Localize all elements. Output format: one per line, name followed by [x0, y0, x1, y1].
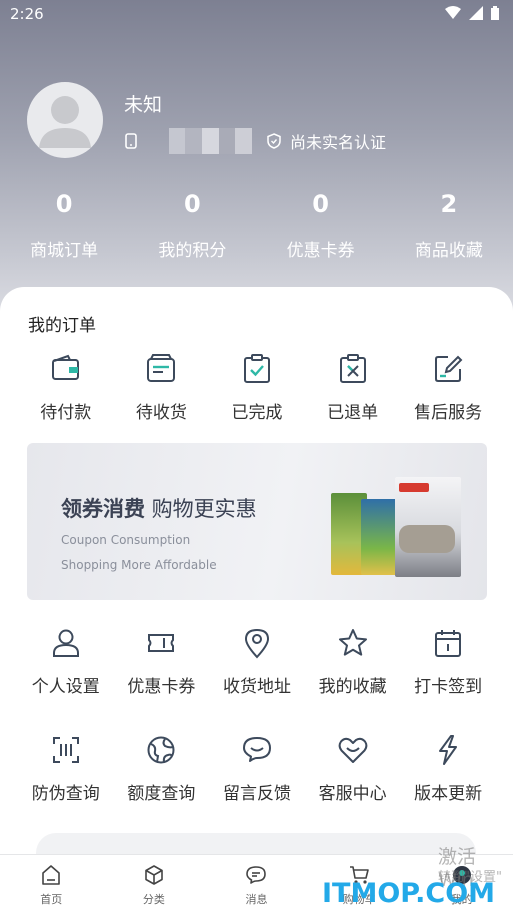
lightning-icon [439, 735, 458, 765]
service-personal-settings[interactable]: 个人设置 [18, 627, 114, 697]
banner-subtitle-2: Shopping More Affordable [61, 558, 217, 572]
coupon-banner[interactable]: 领券消费 购物更实惠 Coupon Consumption Shopping M… [27, 443, 487, 600]
service-label: 优惠卡券 [127, 677, 196, 697]
service-label: 个人设置 [31, 677, 100, 697]
service-label: 版本更新 [414, 784, 483, 804]
service-label: 留言反馈 [222, 784, 291, 804]
order-label: 待付款 [40, 403, 92, 423]
order-pending-payment[interactable]: 待付款 [18, 353, 114, 423]
category-icon [145, 865, 163, 885]
stat-value: 2 [440, 190, 458, 218]
calendar-icon [435, 630, 462, 657]
order-completed[interactable]: 已完成 [209, 353, 305, 423]
wifi-icon [445, 6, 461, 19]
default-avatar-icon [39, 96, 91, 148]
order-pending-receipt[interactable]: 待收货 [114, 353, 210, 423]
service-label: 我的收藏 [318, 677, 387, 697]
status-bar: 2:26 [0, 0, 513, 30]
tab-messages[interactable]: 消息 [205, 855, 308, 912]
main-card: 我的订单 待付款 待收货 已完成 已退单 售后服务 领券消费 购物更实惠 Cou… [0, 287, 513, 912]
service-my-favorites[interactable]: 我的收藏 [305, 627, 401, 697]
services-row-1: 个人设置 优惠卡券 收货地址 我的收藏 打卡签到 [18, 627, 496, 697]
order-label: 售后服务 [414, 403, 483, 423]
battery-icon [491, 6, 499, 20]
order-refunded[interactable]: 已退单 [305, 353, 401, 423]
stat-label: 优惠卡券 [286, 241, 355, 261]
clipboard-check-icon [243, 354, 270, 383]
wallet-icon [51, 354, 79, 380]
home-icon [42, 865, 61, 885]
service-label: 额度查询 [127, 784, 196, 804]
stat-favorites[interactable]: 2 商品收藏 [385, 186, 513, 261]
user-icon [52, 629, 79, 657]
order-label: 已退单 [327, 403, 379, 423]
shield-icon [267, 133, 281, 149]
location-pin-icon [244, 628, 269, 659]
service-label: 收货地址 [222, 677, 291, 697]
tab-label: 首页 [40, 893, 63, 906]
status-time: 2:26 [10, 5, 44, 23]
tab-category[interactable]: 分类 [103, 855, 206, 912]
banner-title-bold: 领券消费 [61, 497, 145, 521]
stat-value: 0 [312, 190, 329, 218]
ticket-icon [148, 634, 175, 652]
username[interactable]: 未知 [124, 90, 162, 117]
service-check-in[interactable]: 打卡签到 [400, 627, 496, 697]
avatar[interactable] [27, 82, 103, 158]
order-label: 已完成 [231, 403, 283, 423]
service-label: 客服中心 [318, 784, 387, 804]
masked-phone-number [152, 128, 253, 154]
stat-points[interactable]: 0 我的积分 [128, 186, 256, 261]
service-shipping-address[interactable]: 收货地址 [209, 627, 305, 697]
tab-label: 分类 [142, 893, 165, 906]
edit-icon [435, 355, 463, 382]
stat-label: 商品收藏 [414, 241, 483, 261]
service-anti-counterfeit[interactable]: 防伪查询 [18, 734, 114, 804]
stat-coupons[interactable]: 0 优惠卡券 [257, 186, 385, 261]
stat-label: 商城订单 [30, 241, 99, 261]
service-customer-center[interactable]: 客服中心 [305, 734, 401, 804]
stats-row: 0 商城订单 0 我的积分 0 优惠卡券 2 商品收藏 [0, 186, 513, 261]
order-label: 待收货 [135, 403, 187, 423]
message-icon [246, 866, 267, 884]
banner-title-rest: 购物更实惠 [145, 497, 257, 521]
phone-icon [125, 133, 137, 149]
order-status-row: 待付款 待收货 已完成 已退单 售后服务 [18, 353, 496, 423]
service-label: 防伪查询 [31, 784, 100, 804]
service-label: 打卡签到 [414, 677, 483, 697]
banner-title: 领券消费 购物更实惠 [61, 493, 257, 523]
tab-home[interactable]: 首页 [0, 855, 103, 912]
order-after-sales[interactable]: 售后服务 [400, 353, 496, 423]
chat-bubble-icon [242, 737, 271, 762]
banner-subtitle-1: Coupon Consumption [61, 533, 191, 547]
stat-mall-orders[interactable]: 0 商城订单 [0, 186, 128, 261]
service-version-update[interactable]: 版本更新 [400, 734, 496, 804]
stat-value: 0 [184, 190, 201, 218]
phone-verify-row[interactable]: 尚未实名认证 [124, 128, 387, 154]
heart-icon [338, 737, 367, 763]
stat-value: 0 [55, 190, 73, 218]
signal-icon [469, 6, 483, 20]
tab-label: 消息 [245, 893, 268, 906]
site-watermark-logo: ITMOP.COM [322, 878, 496, 909]
star-icon [338, 629, 367, 656]
verify-status: 尚未实名认证 [290, 133, 387, 152]
service-coupons[interactable]: 优惠卡券 [114, 627, 210, 697]
service-feedback[interactable]: 留言反馈 [209, 734, 305, 804]
orders-title: 我的订单 [28, 316, 96, 336]
stat-label: 我的积分 [158, 241, 227, 261]
clipboard-x-icon [339, 354, 366, 383]
inbox-icon [147, 354, 176, 382]
globe-icon [147, 736, 175, 764]
service-credit-query[interactable]: 额度查询 [114, 734, 210, 804]
barcode-icon [52, 737, 79, 763]
services-row-2: 防伪查询 额度查询 留言反馈 客服中心 版本更新 [18, 734, 496, 804]
